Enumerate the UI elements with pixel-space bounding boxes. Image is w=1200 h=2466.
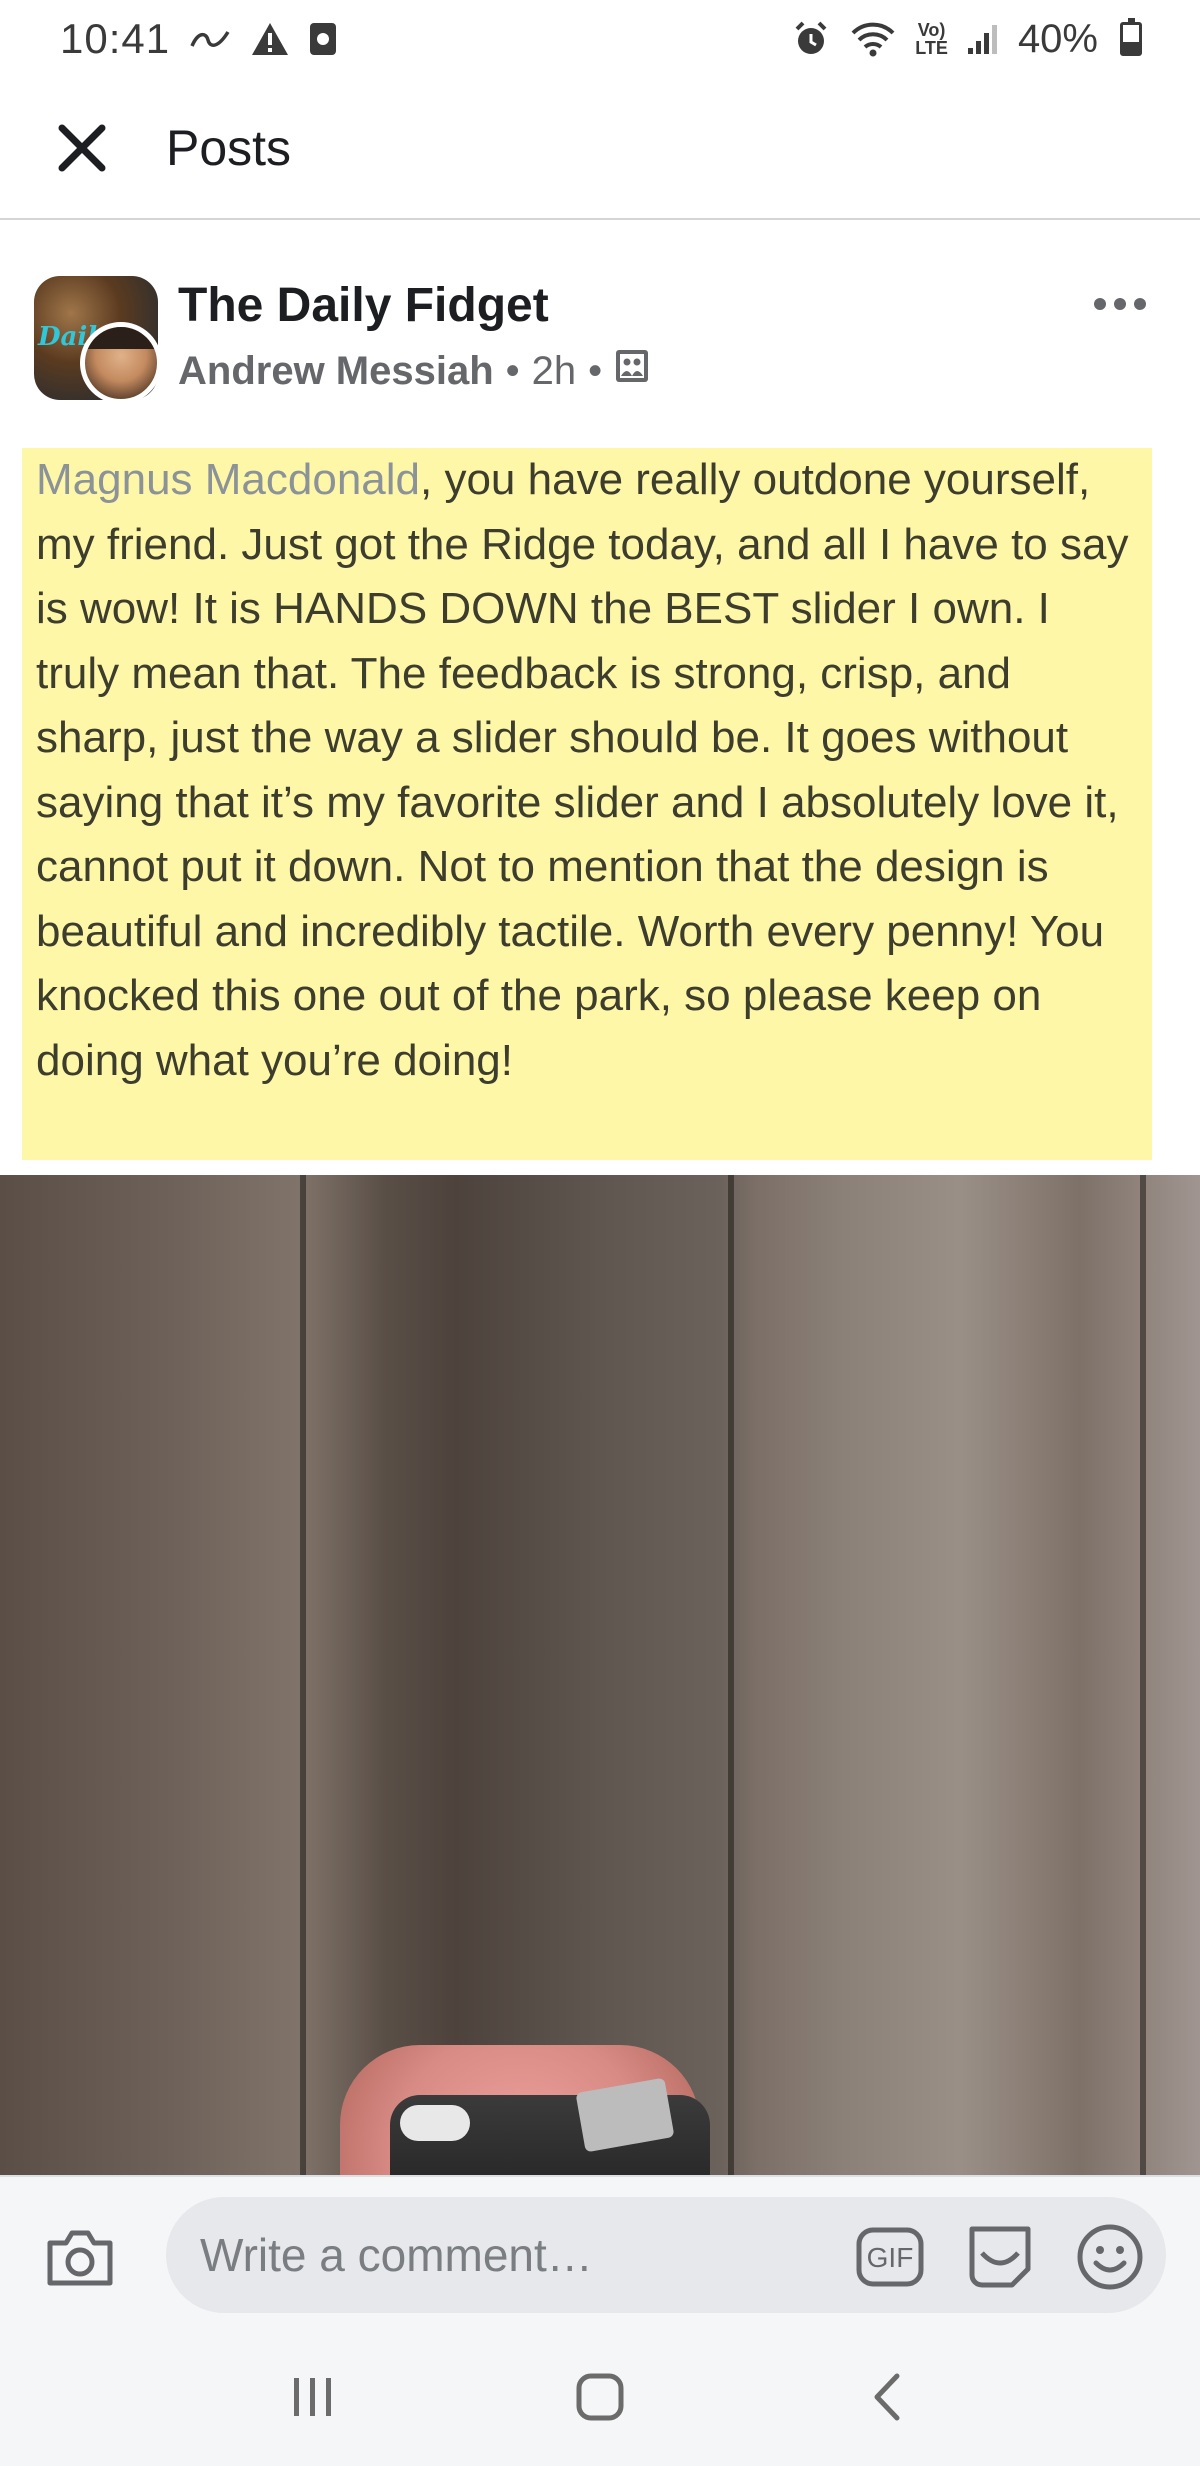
wifi-icon [849,19,897,59]
signal-icon [966,22,1000,56]
slider-knob [400,2105,470,2141]
close-icon [58,124,106,172]
comment-input[interactable] [200,2228,800,2282]
gif-icon: GIF [856,2227,924,2287]
comment-bar: GIF [0,2175,1200,2327]
home-icon [576,2373,624,2420]
recent-apps-icon [294,2377,332,2416]
status-right: Vo) LTE 40% [791,17,1142,62]
sticker-icon [969,2226,1031,2288]
author-name[interactable]: Andrew Messiah [178,349,494,394]
link-icon [188,24,232,54]
back-icon [874,2373,900,2420]
post-meta: Andrew Messiah • 2h • [178,348,650,394]
app-root: 10:41 Vo) LTE 40% Posts Dail The Daily F… [0,0,1200,2466]
battery-icon [1120,18,1142,56]
header: Posts [0,78,1200,220]
battery-percent: 40% [1017,16,1098,61]
emoji-button[interactable] [1076,2223,1144,2291]
recent-apps-button[interactable] [253,2352,373,2442]
mention-link[interactable]: Magnus Macdonald [36,455,420,504]
comment-input-icons: GIF [856,2223,1144,2291]
status-time: 10:41 [60,15,171,62]
home-button[interactable] [540,2352,660,2442]
post-header: Dail The Daily Fidget Andrew Messiah • 2… [0,270,1200,410]
meta-separator: • [505,348,520,393]
warning-icon [250,21,290,57]
svg-text:GIF: GIF [867,2242,914,2273]
plank-seam [728,1175,734,2175]
status-left: 10:41 [60,15,338,63]
post-video[interactable] [0,1175,1200,2175]
more-options-button[interactable] [1090,284,1150,324]
fidget-slider-image [390,2077,710,2175]
camera-icon [47,2230,113,2286]
plank-seam [300,1175,306,2175]
page-title: Posts [166,120,292,176]
sim-icon [308,21,338,57]
post-time[interactable]: 2h [532,349,577,394]
camera-button[interactable] [44,2225,116,2289]
more-horizontal-icon [1094,298,1146,310]
post-body-text: , you have really outdone yourself, my f… [36,455,1129,1085]
group-photo-icon [614,348,650,394]
emoji-icon [1077,2224,1143,2290]
sticker-button[interactable] [966,2223,1034,2291]
post-body: Magnus Macdonald, you have really outdon… [22,448,1152,1160]
gif-button[interactable]: GIF [856,2223,924,2291]
close-button[interactable] [42,108,122,188]
avatar-hair [85,327,157,349]
status-bar: 10:41 Vo) LTE 40% [0,0,1200,78]
comment-input-wrapper: GIF [166,2197,1166,2313]
meta-separator: • [588,348,603,393]
back-button[interactable] [827,2352,947,2442]
alarm-icon [791,19,831,59]
plank-seam [1140,1175,1146,2175]
volte-icon: Vo) LTE [915,20,948,58]
group-name[interactable]: The Daily Fidget [178,278,549,333]
author-avatar[interactable] [80,322,162,404]
system-nav-bar [0,2327,1200,2466]
